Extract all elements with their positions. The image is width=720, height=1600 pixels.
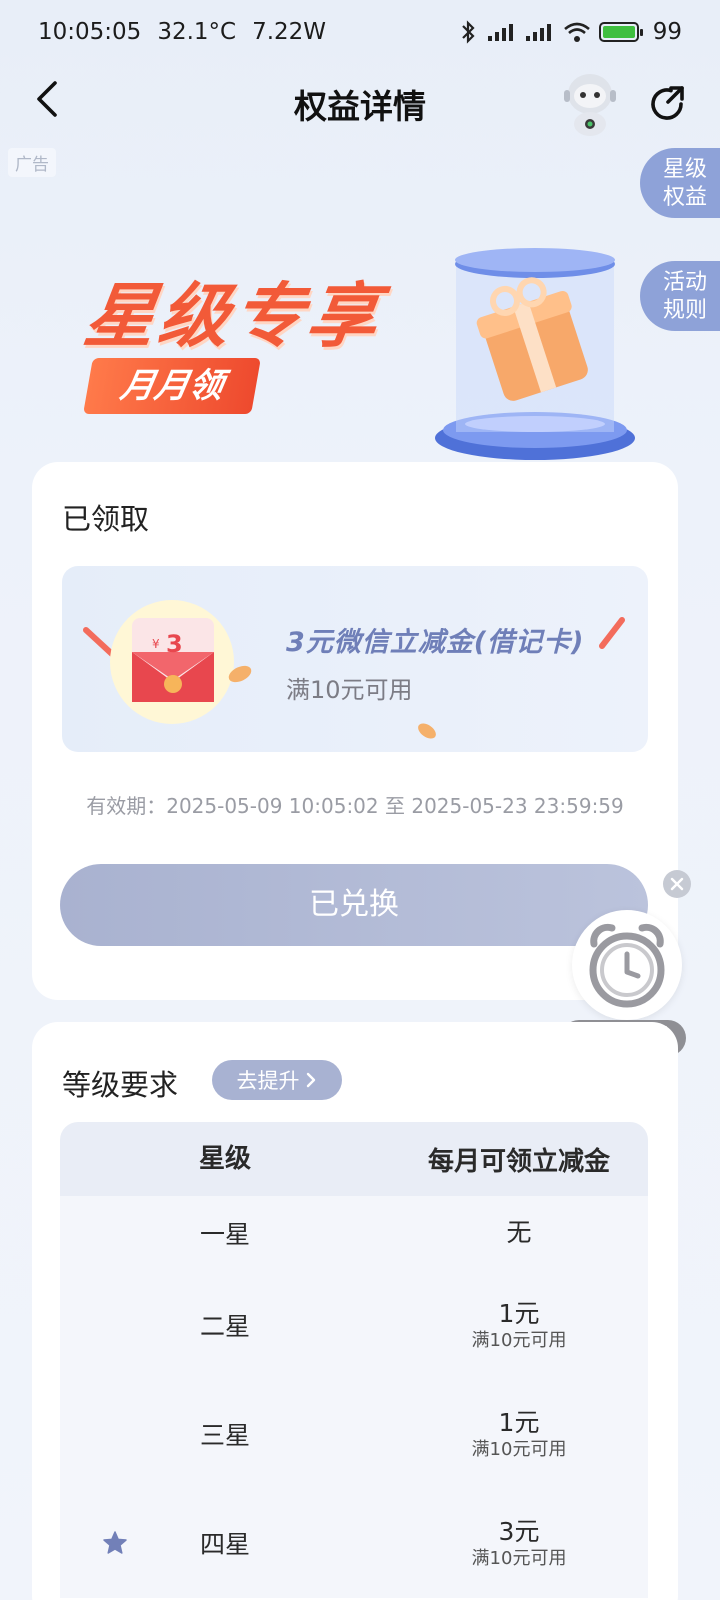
refresh-share-button[interactable] [645,82,689,126]
row-level: 四星 [199,1530,250,1559]
ad-tag: 广告 [8,148,56,177]
row-condition: 满10元可用 [471,1548,567,1569]
level-table: 星级 每月可领立减金 一星 无 二星 1元 满10元可用 三星 1元 满10元可… [60,1122,648,1598]
row-amount: 1元 [498,1299,540,1328]
table-row: 四星 3元 满10元可用 [60,1488,648,1598]
status-time: 10:05:05 [38,19,142,45]
chevron-right-icon [306,1072,315,1088]
activity-rules-tab[interactable]: 活动规则 [640,261,720,331]
redeemed-button[interactable]: 已兑换 [60,864,648,946]
confetti-icon [599,617,625,649]
gift-box-illustration [435,248,635,460]
row-condition: 满10元可用 [471,1439,567,1460]
coupon-card: ¥ 3 3元微信立减金(借记卡) 满10元可用 [62,566,648,752]
table-row: 一星 无 [60,1196,648,1270]
row-amount: 1元 [498,1408,540,1437]
coupon-badge-value: 3 [166,630,183,658]
coupon-condition: 满10元可用 [286,676,413,704]
row-level: 一星 [199,1220,250,1249]
validity-period: 有效期：2025-05-09 10:05:02 至 2025-05-23 23:… [86,794,624,818]
confetti-icon [418,723,436,739]
claimed-heading: 已领取 [62,502,150,536]
table-body: 一星 无 二星 1元 满10元可用 三星 1元 满10元可用 四星 3元 满10… [60,1196,648,1598]
current-level-star-icon [103,1531,127,1554]
hero-banner: 星级专享 月月领 [0,200,720,470]
status-power: 7.22W [252,19,327,45]
table-row: 二星 1元 满10元可用 [60,1270,648,1380]
share-icon [651,86,684,120]
upgrade-button[interactable]: 去提升 [212,1060,342,1100]
reminder-widget[interactable] [572,910,682,1020]
coupon-name: 3元微信立减金(借记卡) [286,627,585,658]
battery-icon [598,22,643,42]
level-heading: 等级要求 [62,1068,179,1102]
status-bar: 10:05:05 32.1°C 7.22W 99 [0,0,720,64]
nav-bar: 权益详情 [0,64,720,138]
row-amount: 3元 [498,1517,540,1546]
row-condition: 满10元可用 [471,1330,567,1351]
wifi-icon [563,22,590,42]
row-level: 三星 [199,1421,250,1450]
bluetooth-icon [461,20,475,44]
row-amount: 无 [506,1218,532,1247]
column-header: 每月可领立减金 [427,1146,610,1177]
hero-subtitle: 月月领 [83,358,261,414]
hero-title: 星级专享 [79,275,387,357]
signal-icon [525,24,551,41]
battery-level: 99 [652,19,682,45]
close-icon [670,877,684,891]
star-benefits-tab[interactable]: 星级权益 [640,148,720,218]
close-reminder-button[interactable] [663,870,691,898]
signal-icon [487,24,513,41]
table-header: 星级 每月可领立减金 [60,1122,648,1196]
alarm-clock-icon [589,923,665,1008]
upgrade-label: 去提升 [236,1069,300,1093]
robot-assistant-icon[interactable] [558,68,622,138]
status-temperature: 32.1°C [157,19,237,45]
row-level: 二星 [199,1312,250,1341]
level-requirements-card: 等级要求 去提升 星级 每月可领立减金 一星 无 二星 1元 满10元可用 三星 [32,1022,678,1600]
red-envelope-icon: ¥ [110,600,252,724]
svg-text:¥: ¥ [152,637,160,651]
column-header: 星级 [198,1144,251,1174]
table-row: 三星 1元 满10元可用 [60,1380,648,1488]
